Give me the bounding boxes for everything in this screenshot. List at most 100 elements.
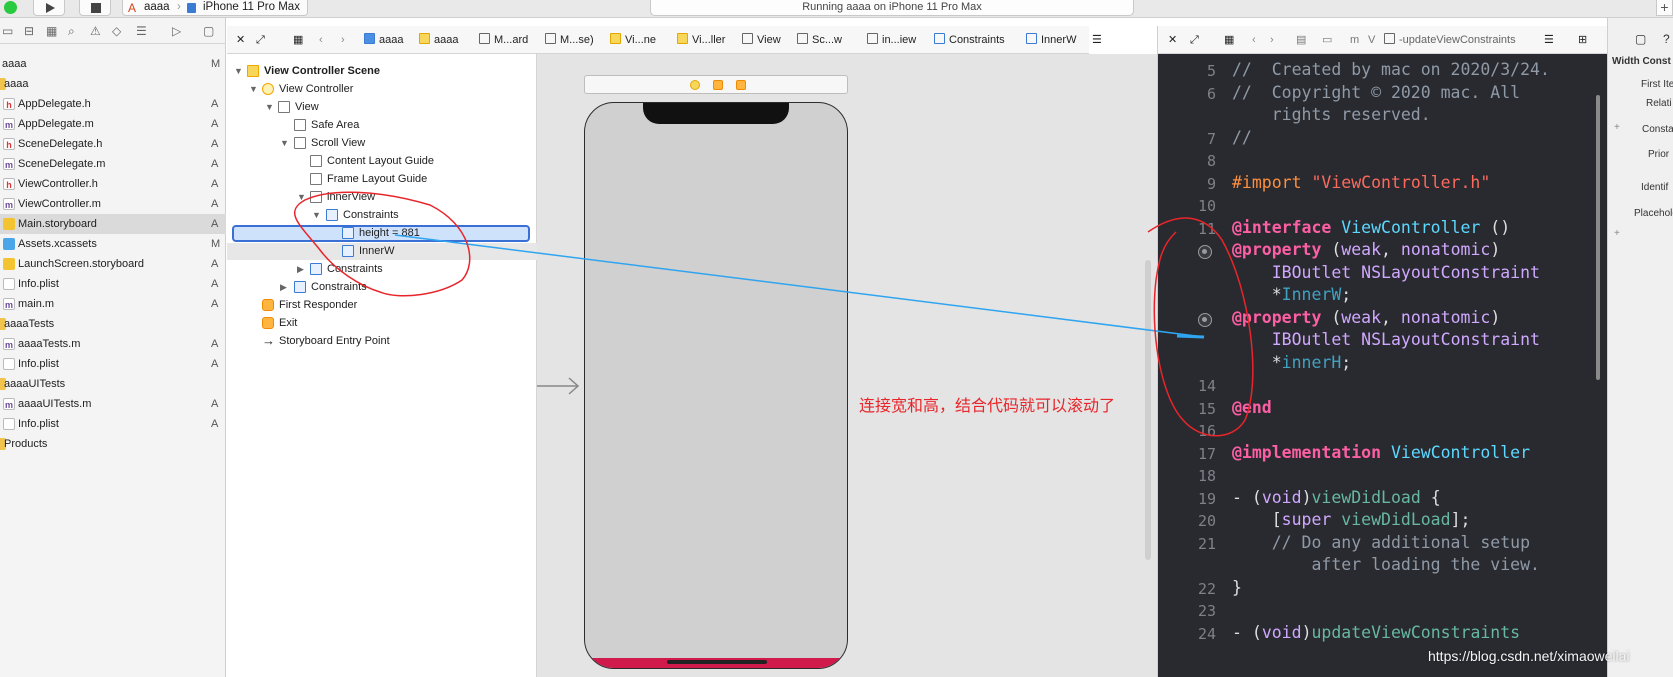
disclosure-open-icon[interactable]: ▼ xyxy=(234,62,243,80)
code-line[interactable]: @implementation ViewController xyxy=(1232,443,1530,462)
code-line[interactable]: *InnerW; xyxy=(1232,285,1351,304)
jump-crumb[interactable]: M...ard xyxy=(479,26,528,54)
outline-row[interactable]: ▼ Constraints xyxy=(227,206,537,224)
forward-icon[interactable]: › xyxy=(1270,26,1274,54)
close-icon[interactable]: ✕ xyxy=(1168,26,1177,54)
nav-item-file[interactable]: LaunchScreen.storyboard A xyxy=(0,254,226,274)
jump-crumb[interactable]: M...se) xyxy=(545,26,594,54)
file-inspector-icon[interactable]: ▢ xyxy=(1635,32,1646,46)
nav-item-file[interactable]: Main.storyboard A xyxy=(0,214,226,234)
outline-row[interactable]: → Storyboard Entry Point xyxy=(227,332,537,350)
code-line[interactable]: *innerH; xyxy=(1232,353,1351,372)
add-icon[interactable]: + xyxy=(1614,228,1620,239)
code-line[interactable]: @interface ViewController () xyxy=(1232,218,1510,237)
disclosure-open-icon[interactable]: ▼ xyxy=(297,188,306,206)
nav-item-file[interactable]: Info.plist A xyxy=(0,414,226,434)
outline-row[interactable]: ▼ Scroll View xyxy=(227,134,537,152)
library-add-button[interactable]: + xyxy=(1656,0,1673,16)
search-icon[interactable]: ⌕ xyxy=(68,23,75,39)
code-line[interactable]: // xyxy=(1232,128,1252,147)
outline-row[interactable]: Exit xyxy=(227,314,537,332)
method-crumb[interactable]: -updateViewConstraints xyxy=(1384,26,1516,54)
nav-item-project[interactable]: aaaa M xyxy=(0,54,226,74)
outline-row[interactable]: Frame Layout Guide xyxy=(227,170,537,188)
exit-icon[interactable] xyxy=(736,80,746,90)
nav-item-file[interactable]: aaaaTests xyxy=(0,314,226,334)
nav-item-file[interactable]: m AppDelegate.m A xyxy=(0,114,226,134)
help-icon[interactable]: ? xyxy=(1663,32,1670,46)
forward-icon[interactable]: › xyxy=(341,26,345,54)
m-file-icon[interactable]: m xyxy=(1350,26,1359,54)
jump-crumb[interactable]: aaaa xyxy=(364,26,403,54)
debug-icon[interactable]: ☰ xyxy=(136,23,147,39)
disclosure-open-icon[interactable]: ▼ xyxy=(280,134,289,152)
code-line[interactable]: rights reserved. xyxy=(1232,105,1431,124)
run-button[interactable] xyxy=(33,0,65,16)
report-icon[interactable]: ▢ xyxy=(203,23,214,39)
nav-item-file[interactable]: Assets.xcassets M xyxy=(0,234,226,254)
expand-icon[interactable]: ⤢ xyxy=(256,26,265,54)
scheme-selector[interactable]: A aaaa › iPhone 11 Pro Max xyxy=(122,0,308,16)
code-line[interactable]: - (void)updateViewConstraints xyxy=(1232,623,1520,642)
related-items-icon[interactable]: ▦ xyxy=(1224,26,1234,54)
editor-options-icon[interactable]: ☰ xyxy=(1092,26,1102,54)
jump-crumb[interactable]: Constraints xyxy=(934,26,1005,54)
outline-row[interactable]: ▶ Constraints xyxy=(227,278,537,296)
outline-row[interactable]: Safe Area xyxy=(227,116,537,134)
disclosure-open-icon[interactable]: ▼ xyxy=(312,206,321,224)
code-line[interactable]: IBOutlet NSLayoutConstraint xyxy=(1232,263,1540,282)
outline-row[interactable]: height = 881 xyxy=(227,224,537,242)
jump-crumb[interactable]: Vi...ller xyxy=(677,26,725,54)
entry-point-arrow-icon[interactable] xyxy=(537,376,581,396)
nav-item-file[interactable]: Info.plist A xyxy=(0,354,226,374)
jump-crumb[interactable]: View xyxy=(742,26,781,54)
expand-icon[interactable]: ⤢ xyxy=(1190,26,1199,54)
add-editor-icon[interactable]: ⊞ xyxy=(1578,26,1587,54)
nav-item-file[interactable]: aaaaUITests xyxy=(0,374,226,394)
code-editor[interactable]: 5 // Created by mac on 2020/3/24. 6 // Copy… xyxy=(1157,54,1607,677)
outline-row[interactable]: InnerW xyxy=(227,242,537,260)
close-icon[interactable]: ✕ xyxy=(236,26,245,54)
nav-item-file[interactable]: m main.m A xyxy=(0,294,226,314)
editor-options-icon[interactable]: ☰ xyxy=(1544,26,1554,54)
code-line[interactable]: // Copyright © 2020 mac. All xyxy=(1232,83,1520,102)
code-line[interactable]: @property (weak, nonatomic) xyxy=(1232,240,1500,259)
code-line[interactable]: // Created by mac on 2020/3/24. xyxy=(1232,60,1550,79)
nav-item-file[interactable]: aaaa xyxy=(0,74,226,94)
warning-icon[interactable]: ⚠ xyxy=(90,23,101,39)
code-line[interactable]: } xyxy=(1232,578,1242,597)
outlet-connection-icon[interactable] xyxy=(1198,245,1212,259)
nav-item-file[interactable]: h SceneDelegate.h A xyxy=(0,134,226,154)
nav-item-file[interactable]: m SceneDelegate.m A xyxy=(0,154,226,174)
jump-crumb[interactable]: InnerW xyxy=(1026,26,1076,54)
code-line[interactable]: - (void)viewDidLoad { xyxy=(1232,488,1441,507)
outline-row[interactable]: Content Layout Guide xyxy=(227,152,537,170)
outlet-connection-icon[interactable] xyxy=(1198,312,1212,327)
code-line[interactable]: #import "ViewController.h" xyxy=(1232,173,1490,192)
source-control-icon[interactable]: ⊟ xyxy=(24,23,34,39)
file-icon[interactable]: ▤ xyxy=(1296,26,1306,54)
back-icon[interactable]: ‹ xyxy=(1252,26,1256,54)
outline-row[interactable]: ▼ View Controller xyxy=(227,80,537,98)
scrollbar[interactable] xyxy=(1145,260,1151,560)
related-items-icon[interactable]: ▦ xyxy=(293,26,303,54)
nav-item-file[interactable]: m ViewController.m A xyxy=(0,194,226,214)
code-line[interactable]: @property (weak, nonatomic) xyxy=(1232,308,1500,327)
nav-item-file[interactable]: m aaaaTests.m A xyxy=(0,334,226,354)
jump-crumb[interactable]: in...iew xyxy=(867,26,916,54)
nav-item-file[interactable]: Info.plist A xyxy=(0,274,226,294)
add-icon[interactable]: + xyxy=(1614,122,1620,133)
code-line[interactable]: IBOutlet NSLayoutConstraint xyxy=(1232,330,1540,349)
symbol-icon[interactable]: ▦ xyxy=(46,23,57,39)
disclosure-closed-icon[interactable]: ▶ xyxy=(297,260,304,278)
disclosure-closed-icon[interactable]: ▶ xyxy=(280,278,287,296)
code-line[interactable]: after loading the view. xyxy=(1232,555,1539,574)
outline-row[interactable]: ▼ View xyxy=(227,98,537,116)
nav-item-file[interactable]: h ViewController.h A xyxy=(0,174,226,194)
view-controller-icon[interactable] xyxy=(690,80,700,90)
outline-row[interactable]: ▶ Constraints xyxy=(227,260,537,278)
back-icon[interactable]: ‹ xyxy=(319,26,323,54)
breakpoint-icon[interactable]: ▷ xyxy=(172,23,181,39)
nav-item-file[interactable]: m aaaaUITests.m A xyxy=(0,394,226,414)
jump-crumb[interactable]: Sc...w xyxy=(797,26,842,54)
